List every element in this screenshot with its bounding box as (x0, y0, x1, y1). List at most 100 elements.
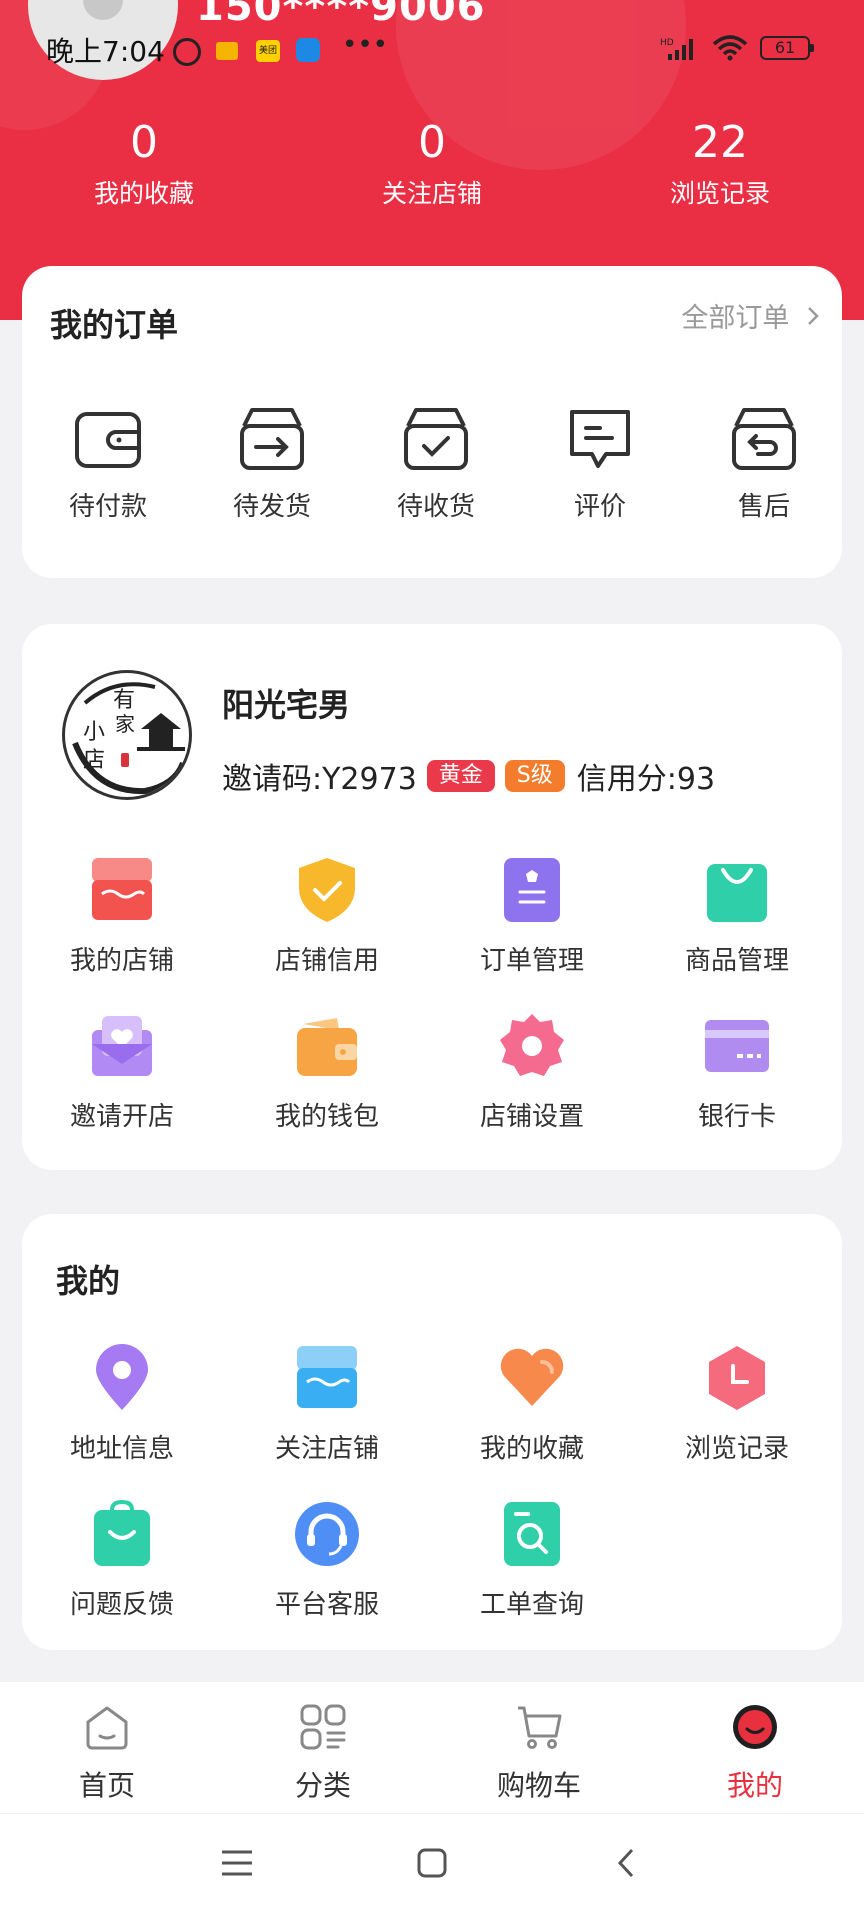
nav-label: 首页 (78, 1769, 135, 1802)
grid-my-store[interactable]: 我的店铺 (42, 854, 202, 977)
grid-bank-card[interactable]: 银行卡 (657, 1010, 817, 1133)
grid-favorites[interactable]: 我的收藏 (452, 1342, 612, 1465)
menu-icon[interactable] (220, 1848, 254, 1878)
chevron-right-icon (806, 303, 820, 334)
svg-text:HD: HD (660, 38, 674, 48)
order-pending-payment[interactable]: 待付款 (48, 406, 168, 523)
grid-label: 关注店铺 (274, 1434, 379, 1464)
stat-value: 0 (418, 117, 446, 168)
grid-ticket-query[interactable]: 工单查询 (452, 1498, 612, 1621)
svg-text:小: 小 (83, 720, 105, 745)
nav-cart[interactable]: 购物车 (464, 1702, 614, 1804)
grid-my-wallet[interactable]: 我的钱包 (247, 1010, 407, 1133)
credit-score: 信用分:93 (576, 762, 716, 797)
message-icon (216, 42, 238, 60)
comment-icon (570, 410, 630, 468)
grid-customer-service[interactable]: 平台客服 (247, 1498, 407, 1621)
grid-label: 地址信息 (69, 1434, 174, 1464)
back-icon[interactable] (614, 1848, 638, 1878)
grid-label: 我的收藏 (479, 1434, 584, 1464)
stat-label: 关注店铺 (381, 179, 482, 208)
grid-product-management[interactable]: 商品管理 (657, 854, 817, 977)
wallet-icon (75, 412, 141, 468)
grid-label: 商品管理 (684, 946, 789, 976)
stat-favorites[interactable]: 0 我的收藏 (44, 118, 244, 210)
system-navigation-bar (0, 1814, 864, 1920)
bottom-navigation: 首页 分类 购物车 我的 (0, 1682, 864, 1814)
order-after-sales[interactable]: 售后 (704, 406, 824, 523)
order-label: 评价 (573, 492, 626, 522)
orders-title: 我的订单 (50, 306, 179, 344)
grid-label: 店铺设置 (479, 1102, 584, 1132)
grid-followed-stores[interactable]: 关注店铺 (247, 1342, 407, 1465)
shop-name: 阳光宅男 (222, 686, 351, 724)
orders-card: 我的订单 全部订单 待付款 待发货 待收货 评价 售后 (22, 266, 842, 578)
all-orders-label: 全部订单 (681, 303, 790, 334)
grid-label: 邀请开店 (69, 1102, 174, 1132)
grid-store-settings[interactable]: 店铺设置 (452, 1010, 612, 1133)
shop-logo[interactable]: 有 家 小 店 (62, 670, 192, 800)
battery-icon: 61 (760, 36, 814, 60)
nav-category[interactable]: 分类 (248, 1702, 398, 1804)
home-button-icon[interactable] (416, 1848, 448, 1878)
grid-store-credit[interactable]: 店铺信用 (247, 854, 407, 977)
grid-label: 平台客服 (274, 1590, 379, 1620)
feedback-bag-icon (86, 1498, 158, 1570)
nav-home[interactable]: 首页 (32, 1702, 182, 1804)
grid-label: 我的店铺 (69, 946, 174, 976)
receive-box-icon (404, 408, 468, 470)
category-icon (300, 1704, 346, 1750)
invite-envelope-icon (86, 1010, 158, 1082)
stat-followed-shops[interactable]: 0 关注店铺 (332, 118, 532, 210)
order-label: 待发货 (232, 492, 311, 522)
grid-invite-store[interactable]: 邀请开店 (42, 1010, 202, 1133)
gold-badge: 黄金 (426, 760, 495, 792)
ship-box-icon (240, 408, 304, 470)
user-stats: 0 我的收藏 0 关注店铺 22 浏览记录 (0, 118, 864, 218)
settings-gear-icon (496, 1010, 568, 1082)
svg-text:有: 有 (113, 688, 135, 713)
grid-label: 订单管理 (479, 946, 584, 976)
bank-card-icon (701, 1010, 773, 1082)
grid-address[interactable]: 地址信息 (42, 1342, 202, 1465)
invite-code: 邀请码:Y2973 (222, 762, 417, 797)
stat-history[interactable]: 22 浏览记录 (620, 118, 820, 210)
order-review[interactable]: 评价 (540, 406, 660, 523)
nav-label: 分类 (294, 1769, 351, 1802)
grid-browse-history[interactable]: 浏览记录 (657, 1342, 817, 1465)
svg-text:店: 店 (83, 748, 105, 773)
order-label: 待收货 (396, 492, 475, 522)
search-doc-icon (496, 1498, 568, 1570)
cart-icon (518, 1706, 562, 1749)
store-icon (86, 854, 158, 926)
alarm-icon (173, 38, 201, 66)
order-label: 待付款 (68, 492, 147, 522)
order-pending-shipment[interactable]: 待发货 (212, 406, 332, 523)
stat-label: 我的收藏 (93, 179, 194, 208)
order-label: 售后 (737, 492, 790, 522)
stat-value: 0 (130, 117, 158, 168)
cloud-icon (296, 38, 320, 62)
order-doc-icon (496, 854, 568, 926)
meituan-icon: 美团 (256, 40, 280, 62)
grid-label: 浏览记录 (684, 1434, 789, 1464)
nav-label: 我的 (726, 1769, 783, 1802)
order-pending-receipt[interactable]: 待收货 (376, 406, 496, 523)
shopping-bag-icon (701, 854, 773, 926)
grid-label: 银行卡 (697, 1102, 776, 1132)
clock-hexagon-icon (701, 1342, 773, 1414)
nav-profile[interactable]: 我的 (680, 1702, 830, 1804)
mine-card: 我的 地址信息 关注店铺 我的收藏 浏览记录 问题反馈 平台客服 工单查询 (22, 1214, 842, 1650)
location-pin-icon (86, 1342, 158, 1414)
all-orders-link[interactable]: 全部订单 (681, 296, 820, 335)
user-phone: 150****9006 (196, 0, 486, 30)
status-time: 晚上7:04 (46, 35, 165, 68)
shop-card: 有 家 小 店 阳光宅男 邀请码:Y2973 黄金 S级 信用分:93 我的店铺 (22, 624, 842, 1170)
svg-text:家: 家 (115, 712, 135, 736)
grid-label: 店铺信用 (274, 946, 379, 976)
grid-feedback[interactable]: 问题反馈 (42, 1498, 202, 1621)
grid-order-management[interactable]: 订单管理 (452, 854, 612, 977)
headset-icon (291, 1498, 363, 1570)
home-icon (86, 1706, 128, 1750)
shield-check-icon (291, 854, 363, 926)
